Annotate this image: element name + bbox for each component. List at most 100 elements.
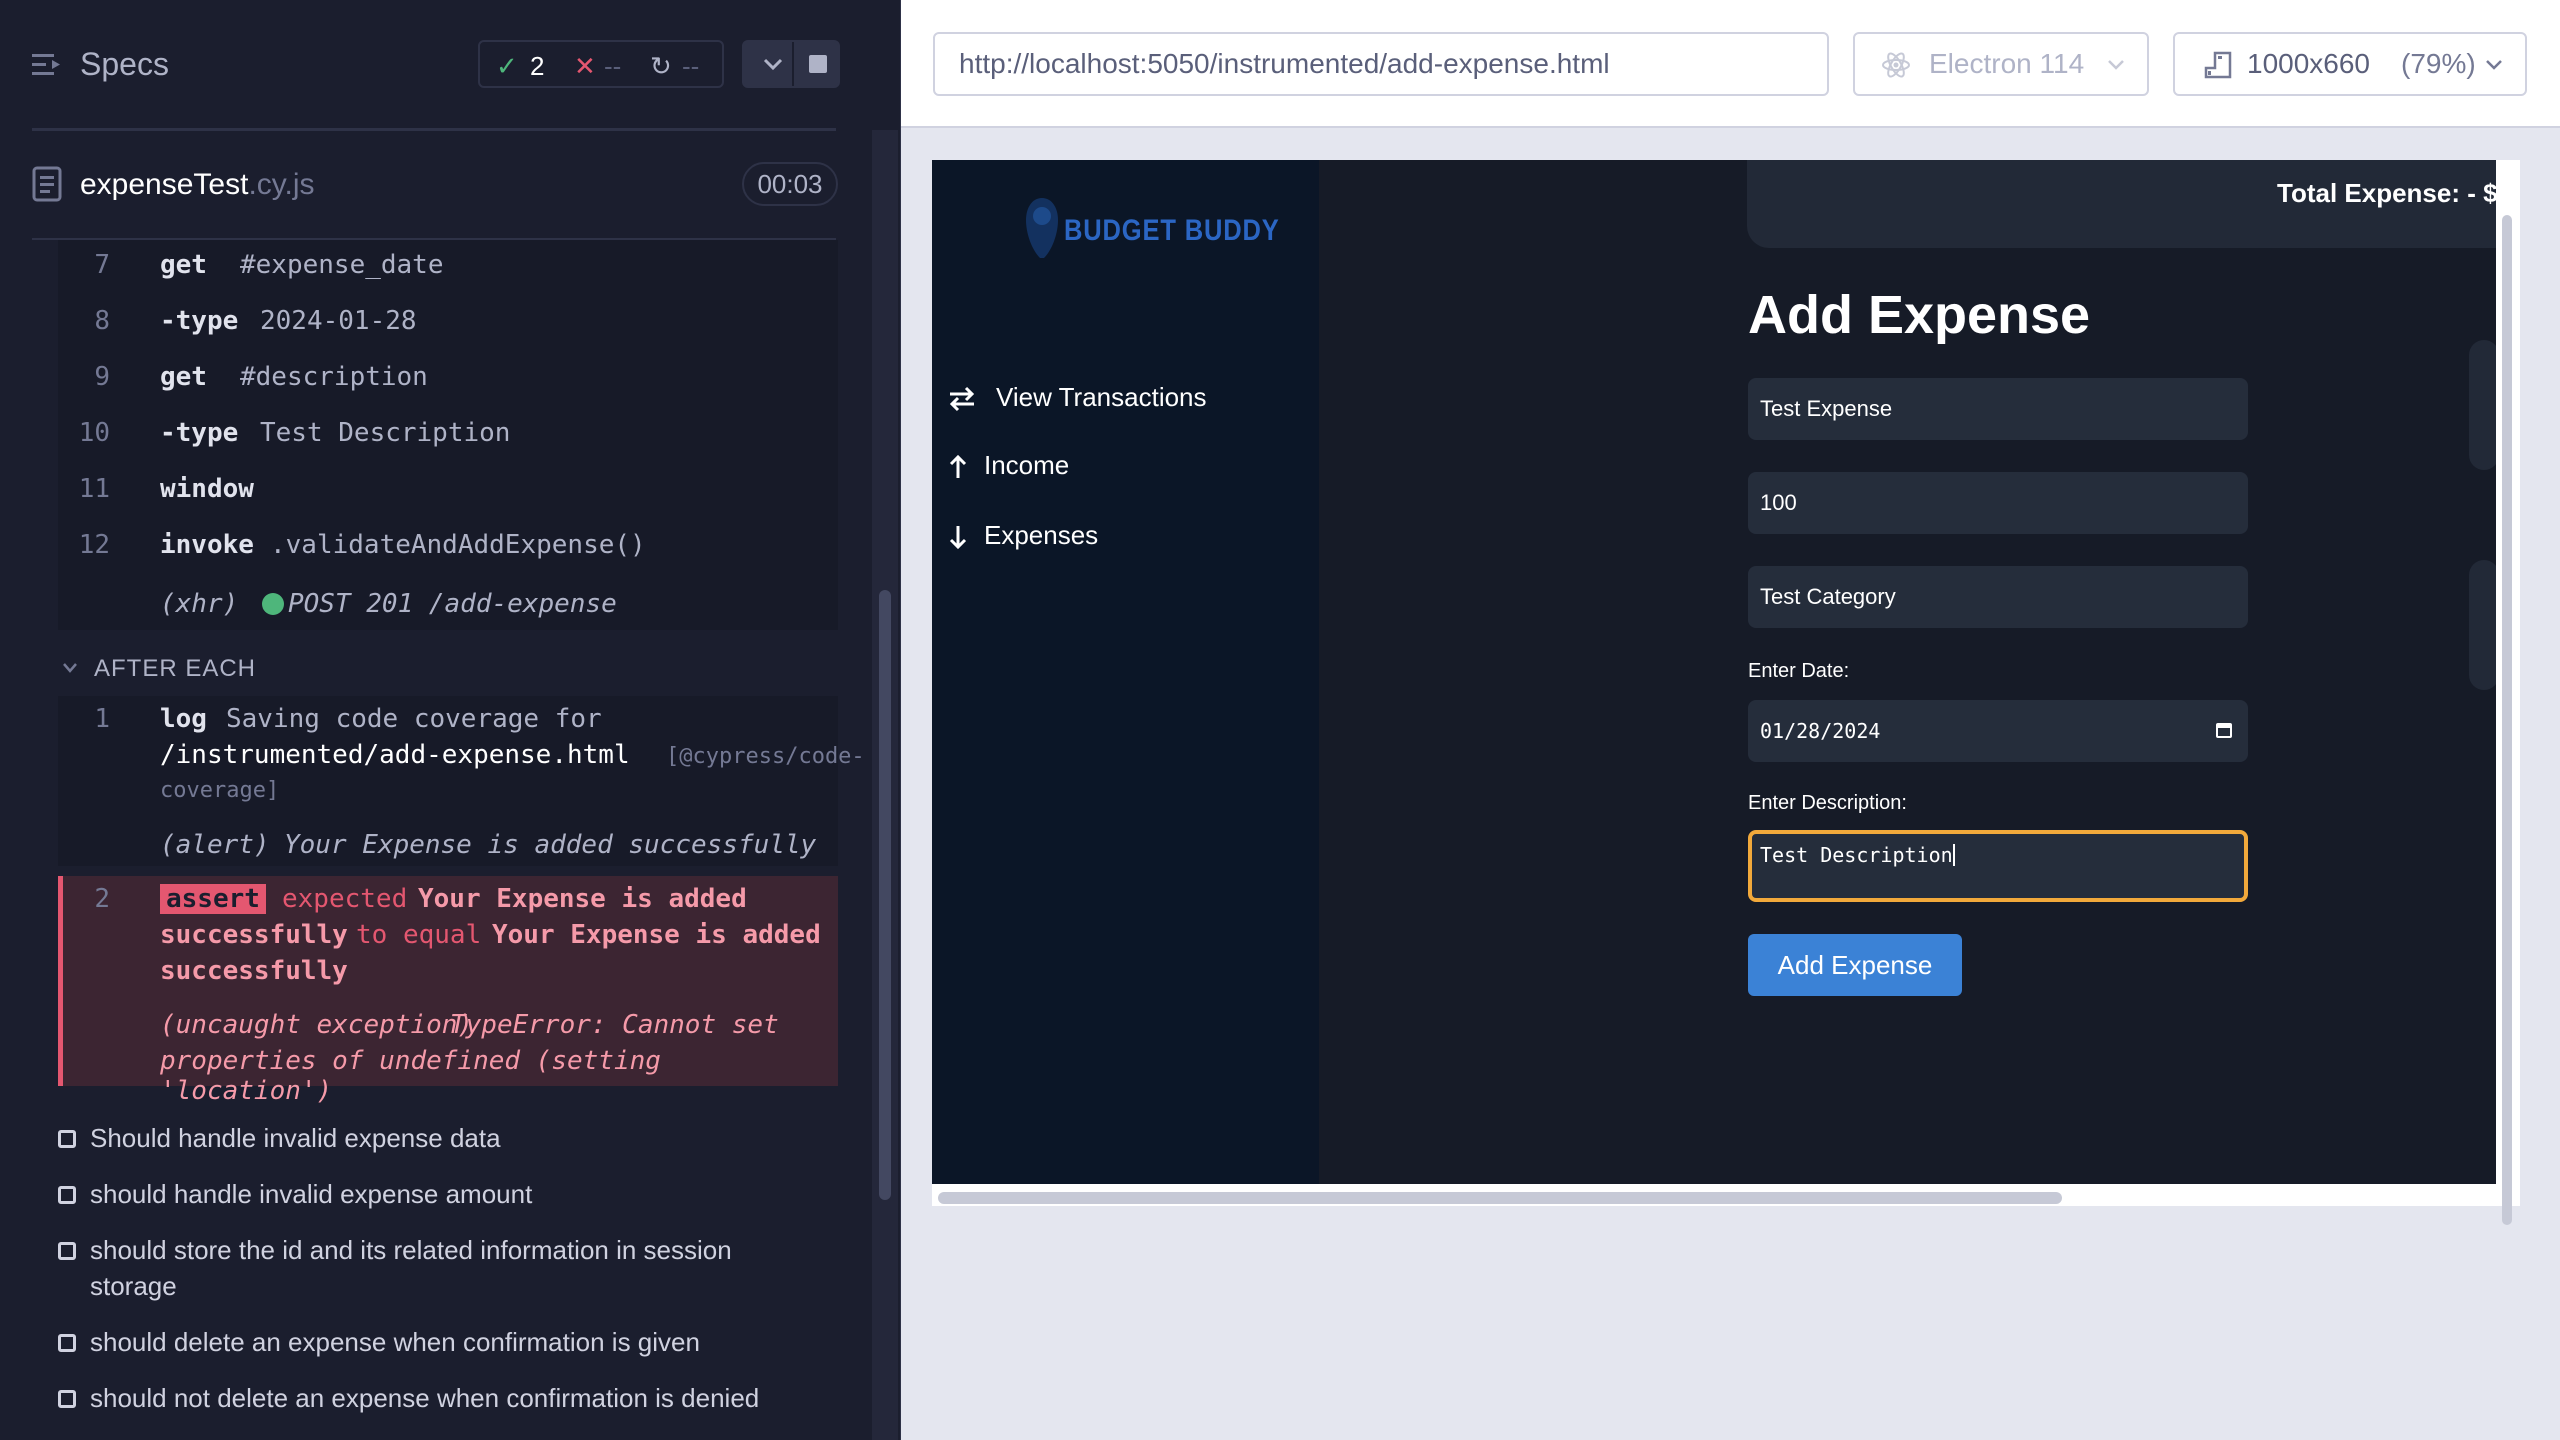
panel-divider[interactable] (900, 0, 901, 1440)
chevron-down-icon[interactable] (762, 54, 784, 74)
command-row[interactable]: 1 log Saving code coverage for /instrume… (58, 704, 864, 814)
command-number: 10 (78, 418, 110, 448)
command-row[interactable]: 8 -type 2024-01-28 (58, 306, 838, 346)
command-row[interactable]: 12 invoke .validateAndAddExpense() (58, 530, 838, 570)
description-label: Enter Description: (1748, 792, 1907, 814)
swap-arrows-icon (949, 386, 975, 412)
page-title: Add Expense (1748, 285, 2091, 345)
controls-group (742, 40, 840, 88)
divider (32, 128, 836, 131)
command-number: 2 (94, 884, 110, 914)
specs-list-icon[interactable] (32, 52, 62, 78)
assert-row: 2 assert expected Your Expense is added … (58, 884, 838, 994)
nav-label: Income (984, 450, 1070, 480)
command-number: 9 (94, 362, 110, 392)
nav-label: Expenses (984, 520, 1099, 550)
expense-date-input[interactable]: 01/28/2024 (1748, 700, 2248, 762)
horizontal-scrollbar[interactable] (938, 1192, 2062, 1204)
viewport-selector[interactable]: 1000x660 (79%) (2173, 32, 2527, 96)
log-path: /instrumented/add-expense.html (160, 740, 630, 770)
alert-row[interactable]: (alert) Your Expense is added successful… (58, 830, 838, 870)
calendar-icon[interactable] (2214, 720, 2234, 740)
chevron-down-icon (2486, 60, 2502, 70)
alert-label: (alert) (160, 830, 270, 860)
command-value: #expense_date (240, 250, 444, 280)
test-title: Should handle invalid expense data (90, 1123, 501, 1153)
failed-assertion[interactable]: 2 assert expected Your Expense is added … (58, 876, 838, 1106)
test-title: should delete an expense when confirmati… (90, 1327, 700, 1357)
assert-expected: successfully (160, 956, 348, 986)
test-title: should store the id and its related info… (90, 1235, 732, 1265)
command-name: window (160, 474, 254, 504)
command-row[interactable]: 9 get #description (58, 362, 838, 402)
date-value: 01/28/2024 (1760, 719, 1881, 743)
test-status-icon (58, 1130, 76, 1148)
command-name: get (160, 250, 207, 280)
ruler-icon (2204, 51, 2232, 79)
command-value: #description (240, 362, 428, 392)
nav-label: View Transactions (996, 382, 1207, 412)
viewport-size: 1000x660 (2247, 48, 2371, 79)
test-commands: 7 get #expense_date 8 -type 2024-01-28 9… (58, 240, 838, 630)
electron-icon (1882, 52, 1910, 78)
command-number: 8 (94, 306, 110, 336)
exception-text: TypeError: Cannot set (450, 1010, 779, 1040)
command-row[interactable]: 7 get #expense_date (58, 250, 838, 290)
expense-category-input[interactable]: Test Category (1748, 566, 2248, 628)
exception-text: properties of undefined (setting 'locati… (160, 1046, 661, 1106)
expense-name-input[interactable]: Test Expense (1748, 378, 2248, 440)
command-name: get (160, 362, 207, 392)
command-row[interactable]: 10 -type Test Description (58, 418, 838, 458)
expense-amount-input[interactable]: 100 (1748, 472, 2248, 534)
xhr-row[interactable]: (xhr) POST 201 /add-expense (58, 589, 838, 629)
xhr-status: POST 201 /add-expense (262, 589, 617, 619)
expense-description-input[interactable]: Test Description (1748, 830, 2248, 902)
side-card (2469, 560, 2496, 690)
document-icon (32, 166, 62, 202)
command-name: invoke (160, 530, 254, 560)
add-expense-button[interactable]: Add Expense (1748, 934, 1962, 996)
arrow-down-icon (949, 526, 967, 550)
test-status-icon (58, 1242, 76, 1260)
specs-title[interactable]: Specs (80, 46, 169, 83)
test-title: should handle invalid expense amount (90, 1179, 533, 1209)
test-title: should not delete an expense when confir… (90, 1383, 760, 1413)
status-dot-icon (262, 593, 284, 615)
app-main: Total Expense: - $3 Add Expense Test Exp… (1319, 160, 2496, 1184)
side-card (2469, 340, 2496, 470)
browser-selector[interactable]: Electron 114 (1853, 32, 2149, 96)
test-item[interactable]: should store the id and its related info… (58, 1232, 838, 1304)
vertical-scrollbar[interactable] (2502, 215, 2512, 1225)
alert-text: Your Expense is added successfully (284, 830, 817, 860)
assert-actual: Your Expense is added (418, 884, 747, 914)
assert-expected: Your Expense is added (492, 920, 821, 950)
command-number: 11 (78, 474, 110, 504)
date-label: Enter Date: (1748, 660, 1850, 682)
after-each-heading[interactable]: AFTER EACH (94, 655, 256, 683)
chevron-down-icon (2108, 60, 2124, 70)
chevron-down-icon[interactable] (62, 660, 78, 676)
divider (792, 42, 794, 86)
fail-x-icon: ✕ (574, 51, 596, 81)
app-logo[interactable]: BUDGET BUDDY (1064, 214, 1280, 248)
stop-icon[interactable] (808, 54, 828, 74)
test-title: storage (90, 1271, 177, 1301)
command-name: log (160, 704, 207, 734)
command-row[interactable]: 11 window (58, 474, 838, 514)
command-name: -type (160, 418, 239, 448)
aut-header: http://localhost:5050/instrumented/add-e… (901, 0, 2560, 128)
command-number: 7 (94, 250, 110, 280)
log-plugin: coverage] (160, 778, 280, 803)
pending-count: -- (682, 51, 700, 81)
scrollbar-thumb[interactable] (879, 590, 891, 1200)
assert-badge: assert (160, 884, 266, 914)
specs-header: Specs ✓ 2 ✕ -- ↻ -- (0, 0, 900, 130)
log-message: Saving code coverage for (226, 704, 602, 734)
failed-count: -- (604, 51, 622, 81)
command-value: 2024-01-28 (260, 306, 417, 336)
text-cursor (1952, 844, 1955, 866)
assert-keyword: expected (282, 884, 408, 914)
aut-frame: BUDGET BUDDY View Transactions Income Ex… (932, 160, 2520, 1225)
arrow-up-icon (949, 454, 967, 478)
url-bar[interactable]: http://localhost:5050/instrumented/add-e… (933, 32, 1829, 96)
